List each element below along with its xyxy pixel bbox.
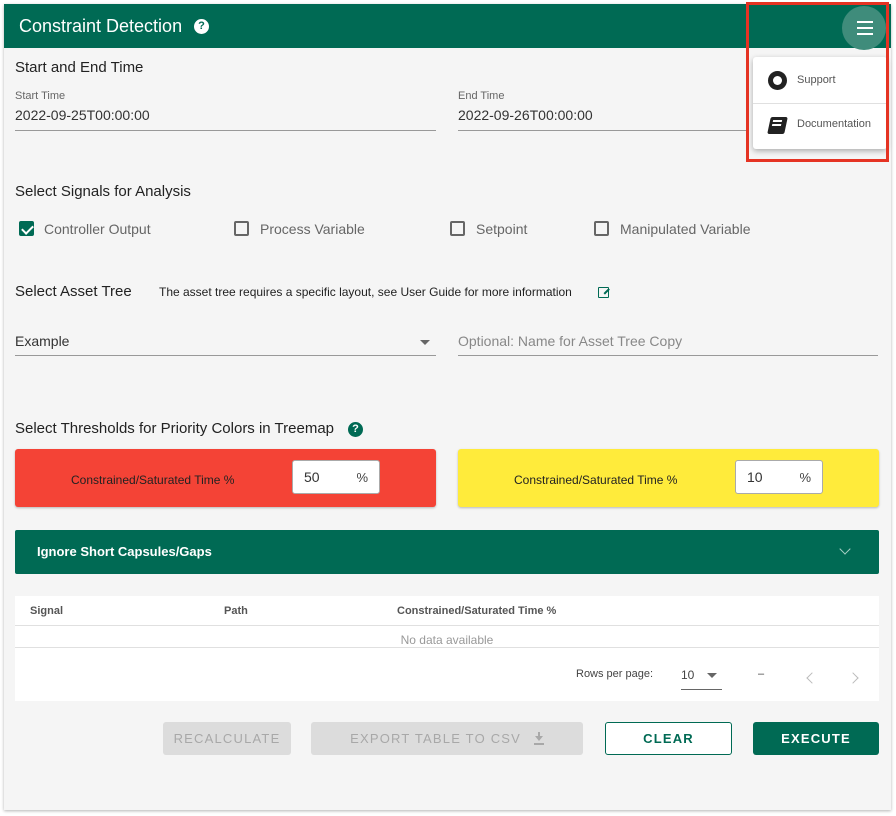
- help-circle-icon[interactable]: ?: [348, 422, 363, 437]
- chevron-left-icon[interactable]: [806, 672, 818, 684]
- signals-section-title: Select Signals for Analysis: [15, 183, 191, 200]
- table-header-signal[interactable]: Signal: [30, 605, 63, 617]
- end-time-label: End Time: [458, 90, 505, 102]
- process-variable-checkbox[interactable]: [234, 221, 249, 236]
- asset-tree-select[interactable]: Example: [15, 333, 69, 349]
- recalculate-button[interactable]: RECALCULATE: [163, 722, 291, 755]
- controller-output-label[interactable]: Controller Output: [44, 221, 151, 237]
- asset-tree-note: The asset tree requires a specific layou…: [159, 285, 572, 299]
- end-time-underline: [458, 130, 748, 131]
- table-header-path[interactable]: Path: [224, 605, 248, 617]
- yellow-threshold-input[interactable]: 10 %: [735, 460, 823, 494]
- rows-per-page-label: Rows per page:: [576, 668, 654, 680]
- results-table: Signal Path Constrained/Saturated Time %…: [15, 596, 879, 701]
- accordion-label: Ignore Short Capsules/Gaps: [37, 544, 212, 559]
- controller-output-checkbox[interactable]: [19, 221, 34, 236]
- red-threshold-input[interactable]: 50 %: [292, 460, 380, 494]
- asset-tree-copy-underline: [458, 355, 878, 356]
- start-time-field[interactable]: 2022-09-25T00:00:00: [15, 107, 150, 123]
- manipulated-variable-label[interactable]: Manipulated Variable: [620, 221, 751, 237]
- chevron-right-icon[interactable]: [847, 672, 859, 684]
- yellow-threshold-label: Constrained/Saturated Time %: [514, 473, 678, 487]
- yellow-threshold-unit: %: [799, 470, 811, 485]
- external-link-icon[interactable]: [598, 287, 609, 298]
- export-csv-label: EXPORT TABLE TO CSV: [350, 731, 522, 746]
- chevron-down-icon: [839, 543, 851, 555]
- asset-tree-copy-input[interactable]: Optional: Name for Asset Tree Copy: [458, 333, 682, 349]
- red-threshold-value: 50: [304, 469, 320, 485]
- red-threshold-box: Constrained/Saturated Time % 50 %: [15, 449, 436, 507]
- rows-per-page-select[interactable]: 10: [681, 668, 694, 682]
- page-range-text: –: [758, 668, 765, 680]
- setpoint-label[interactable]: Setpoint: [476, 221, 527, 237]
- process-variable-label[interactable]: Process Variable: [260, 221, 365, 237]
- dropdown-arrow-icon[interactable]: [707, 673, 717, 678]
- table-divider: [15, 625, 879, 626]
- no-data-text: No data available: [400, 633, 494, 647]
- table-divider: [15, 647, 879, 648]
- ignore-short-capsules-accordion[interactable]: Ignore Short Capsules/Gaps: [15, 530, 879, 574]
- end-time-field[interactable]: 2022-09-26T00:00:00: [458, 107, 593, 123]
- highlight-box: [746, 2, 889, 162]
- start-time-underline: [15, 130, 436, 131]
- rows-per-page-underline: [681, 689, 722, 690]
- red-threshold-unit: %: [356, 470, 368, 485]
- yellow-threshold-value: 10: [747, 469, 763, 485]
- red-threshold-label: Constrained/Saturated Time %: [71, 473, 235, 487]
- start-time-label: Start Time: [15, 90, 66, 102]
- clear-button[interactable]: CLEAR: [605, 722, 732, 755]
- help-circle-icon[interactable]: ?: [194, 19, 209, 34]
- manipulated-variable-checkbox[interactable]: [594, 221, 609, 236]
- export-csv-button[interactable]: EXPORT TABLE TO CSV: [311, 722, 583, 755]
- dropdown-arrow-icon[interactable]: [420, 340, 430, 345]
- table-header-constrained-time[interactable]: Constrained/Saturated Time %: [397, 605, 556, 617]
- setpoint-checkbox[interactable]: [450, 221, 465, 236]
- execute-button[interactable]: EXECUTE: [753, 722, 879, 755]
- download-icon: [533, 732, 544, 745]
- asset-tree-select-underline: [15, 355, 436, 356]
- page-title: Constraint Detection: [19, 16, 183, 36]
- asset-tree-section-title: Select Asset Tree: [15, 283, 132, 300]
- time-section-title: Start and End Time: [15, 59, 144, 76]
- thresholds-section-title: Select Thresholds for Priority Colors in…: [15, 420, 335, 437]
- yellow-threshold-box: Constrained/Saturated Time % 10 %: [458, 449, 879, 507]
